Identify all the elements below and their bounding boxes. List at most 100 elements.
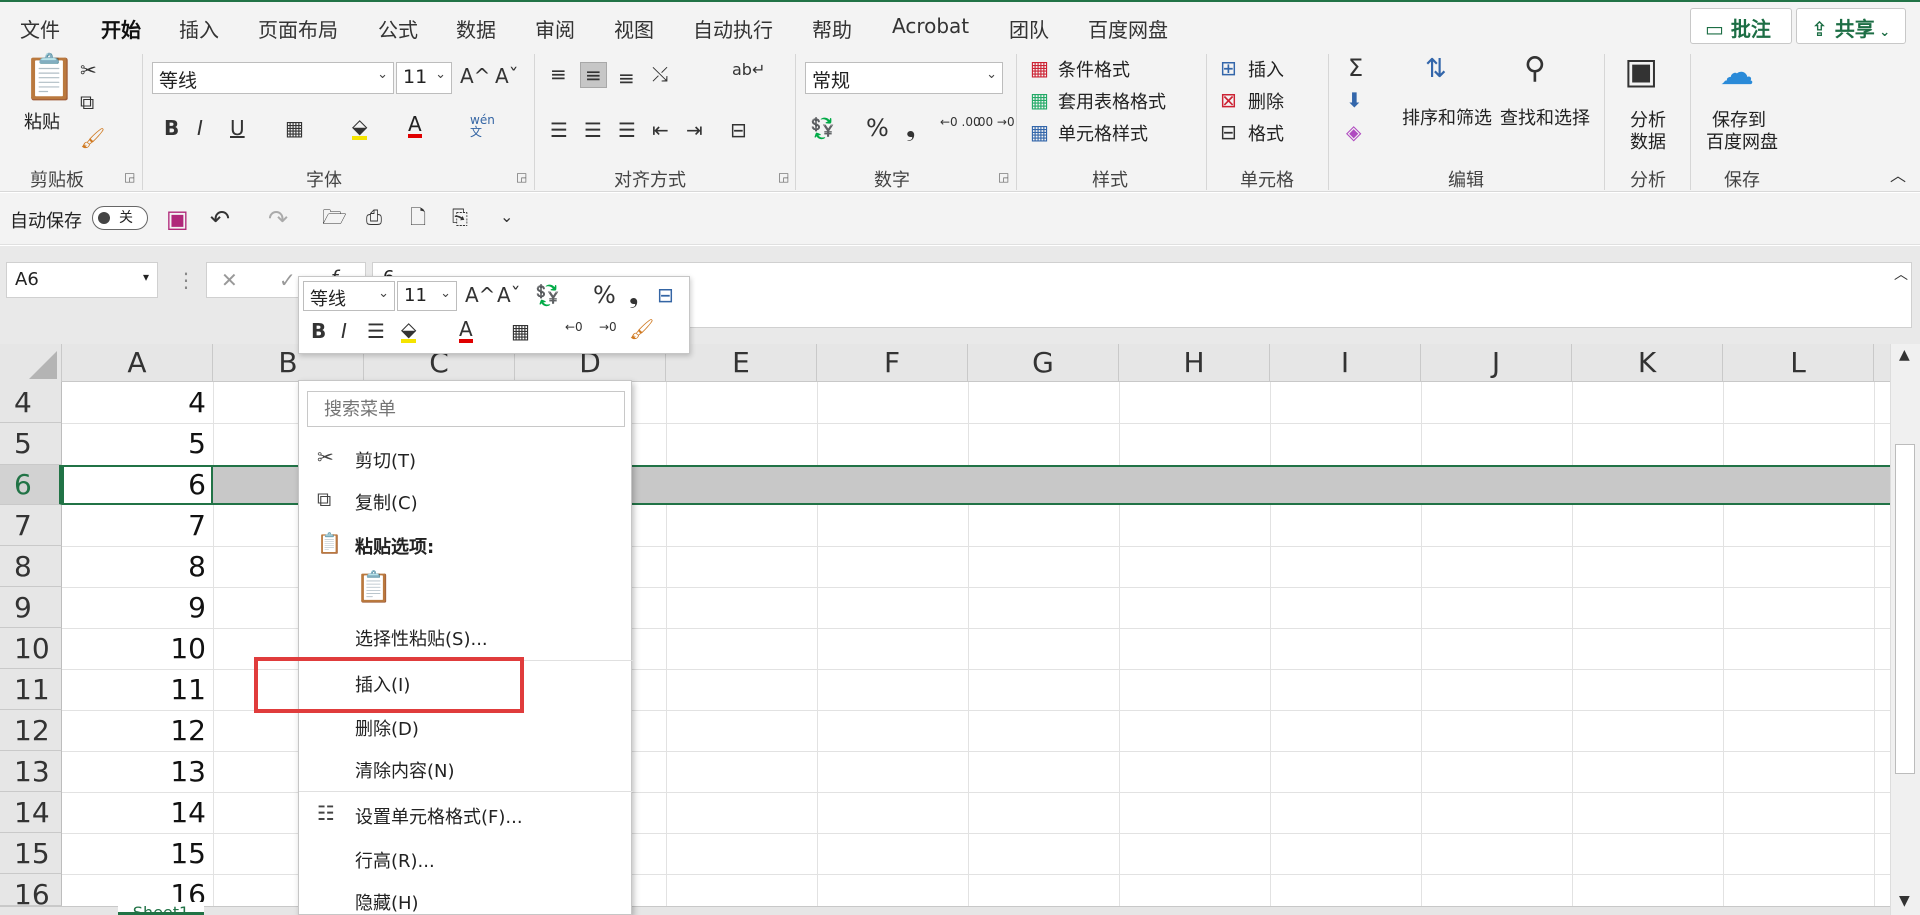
- cell-a13[interactable]: 13: [62, 751, 212, 792]
- row-header-15[interactable]: 15: [0, 833, 62, 874]
- wrap-text-icon[interactable]: ab↵: [732, 62, 765, 78]
- analyze-data-label2[interactable]: 数据: [1630, 128, 1666, 154]
- cell-a9[interactable]: 9: [62, 587, 212, 628]
- comma-style-icon[interactable]: ❟: [629, 283, 638, 307]
- decrease-decimal-button[interactable]: .00 →0: [974, 116, 1015, 128]
- cell-a12[interactable]: 12: [62, 710, 212, 751]
- dialog-launcher-icon[interactable]: ◲: [998, 170, 1009, 184]
- increase-font-icon[interactable]: A^: [465, 285, 495, 305]
- percent-button[interactable]: %: [866, 116, 889, 140]
- tab-help[interactable]: 帮助: [812, 14, 852, 43]
- tab-acrobat[interactable]: Acrobat: [892, 14, 969, 38]
- scroll-down-icon[interactable]: ▼: [1899, 894, 1910, 908]
- decrease-indent-icon[interactable]: ⇤: [652, 120, 669, 140]
- column-header-i[interactable]: I: [1270, 344, 1421, 382]
- tab-page-layout[interactable]: 页面布局: [258, 14, 338, 43]
- mini-format-painter-icon[interactable]: 🖌: [629, 319, 654, 339]
- menu-item-cut[interactable]: 剪切(T): [355, 447, 416, 473]
- mini-decrease-decimal-icon[interactable]: →0: [599, 321, 617, 333]
- print-icon[interactable]: ⎘: [452, 207, 468, 227]
- merge-center-icon[interactable]: ⊟: [657, 285, 674, 305]
- print-preview-icon[interactable]: ⎙: [366, 207, 382, 227]
- share-button[interactable]: ⇪ 共享 ⌄: [1796, 8, 1906, 44]
- column-header-j[interactable]: J: [1421, 344, 1572, 382]
- sort-filter-button[interactable]: 排序和筛选: [1402, 104, 1492, 130]
- mini-fill-color-icon[interactable]: ⬙: [401, 319, 417, 343]
- align-left-icon[interactable]: ☰: [550, 120, 568, 140]
- mini-border-icon[interactable]: ▦: [511, 321, 530, 341]
- row-header-12[interactable]: 12: [0, 710, 62, 751]
- column-header-k[interactable]: K: [1572, 344, 1723, 382]
- find-select-button[interactable]: 查找和选择: [1500, 104, 1590, 130]
- row-header-8[interactable]: 8: [0, 546, 62, 587]
- name-box[interactable]: A6 ▾: [6, 262, 158, 298]
- column-header-l[interactable]: L: [1723, 344, 1874, 382]
- menu-item-copy[interactable]: 复制(C): [355, 489, 418, 515]
- align-center-icon[interactable]: ☰: [584, 120, 602, 140]
- row-header-13[interactable]: 13: [0, 751, 62, 792]
- bold-button[interactable]: B: [164, 118, 179, 138]
- customize-qat-icon[interactable]: ⌄: [500, 209, 513, 225]
- cell-a5[interactable]: 5: [62, 423, 212, 465]
- align-right-icon[interactable]: ☰: [618, 120, 636, 140]
- autosum-icon[interactable]: Σ: [1348, 56, 1363, 80]
- row-header-6[interactable]: 6: [0, 465, 62, 505]
- increase-indent-icon[interactable]: ⇥: [686, 120, 703, 140]
- cell-a8[interactable]: 8: [62, 546, 212, 587]
- menu-item-clear-contents[interactable]: 清除内容(N): [355, 757, 455, 783]
- save-to-label2[interactable]: 百度网盘: [1706, 128, 1778, 154]
- underline-button[interactable]: U: [230, 118, 245, 138]
- enter-icon[interactable]: ✓: [279, 270, 296, 290]
- clear-icon[interactable]: ◈: [1346, 122, 1361, 142]
- mini-bold-button[interactable]: B: [311, 321, 326, 341]
- delete-cells-button[interactable]: 删除: [1248, 88, 1284, 114]
- scroll-thumb[interactable]: [1895, 444, 1915, 774]
- insert-cells-button[interactable]: 插入: [1248, 56, 1284, 82]
- mini-size-select[interactable]: 11 ⌄: [397, 281, 457, 311]
- dialog-launcher-icon[interactable]: ◲: [516, 170, 527, 184]
- mini-font-select[interactable]: 等线 ⌄: [303, 281, 395, 311]
- paste-values-icon[interactable]: 📋: [355, 573, 392, 603]
- menu-item-hide[interactable]: 隐藏(H): [355, 889, 419, 915]
- redo-icon[interactable]: ↷: [268, 207, 288, 231]
- menu-search-input[interactable]: [307, 391, 625, 427]
- cut-icon[interactable]: ✂: [80, 60, 97, 80]
- menu-item-delete[interactable]: 删除(D): [355, 715, 419, 741]
- mini-increase-decimal-icon[interactable]: ←0: [565, 321, 583, 333]
- tab-view[interactable]: 视图: [614, 14, 654, 43]
- tab-data[interactable]: 数据: [456, 14, 496, 43]
- comma-style-button[interactable]: ❟: [906, 116, 915, 140]
- orientation-icon[interactable]: ⤯: [652, 64, 668, 84]
- tab-automate[interactable]: 自动执行: [693, 14, 773, 43]
- cell-a11[interactable]: 11: [62, 669, 212, 710]
- increase-decimal-button[interactable]: ←0 .00: [940, 116, 981, 128]
- scroll-up-icon[interactable]: ▲: [1899, 348, 1910, 362]
- column-header-a[interactable]: A: [62, 344, 213, 382]
- column-header-g[interactable]: G: [968, 344, 1119, 382]
- mini-italic-button[interactable]: I: [341, 321, 347, 341]
- row-header-7[interactable]: 7: [0, 505, 62, 546]
- increase-font-icon[interactable]: A^: [460, 66, 490, 86]
- tab-formulas[interactable]: 公式: [378, 14, 418, 43]
- cell-a10[interactable]: 10: [62, 628, 212, 669]
- cell-styles-button[interactable]: 单元格样式: [1058, 120, 1148, 146]
- cell-a7[interactable]: 7: [62, 505, 212, 546]
- autosave-toggle[interactable]: 关: [92, 206, 148, 230]
- menu-item-paste-special[interactable]: 选择性粘贴(S)...: [355, 625, 488, 651]
- paste-button[interactable]: 粘贴: [24, 108, 60, 134]
- font-name-select[interactable]: 等线 ⌄: [152, 62, 394, 94]
- phonetic-icon[interactable]: wén 文: [470, 114, 495, 138]
- format-as-table-button[interactable]: 套用表格格式: [1058, 88, 1166, 114]
- column-header-h[interactable]: H: [1119, 344, 1270, 382]
- comments-button[interactable]: ▭ 批注: [1690, 8, 1792, 44]
- mini-font-color-icon[interactable]: A: [459, 319, 473, 343]
- vertical-scrollbar[interactable]: ▲ ▼: [1890, 344, 1920, 915]
- row-header-9[interactable]: 9: [0, 587, 62, 628]
- dialog-launcher-icon[interactable]: ◲: [124, 170, 135, 184]
- undo-icon[interactable]: ↶: [210, 207, 230, 231]
- row-header-14[interactable]: 14: [0, 792, 62, 833]
- cell-a15[interactable]: 15: [62, 833, 212, 874]
- tab-home[interactable]: 开始: [101, 14, 141, 51]
- menu-item-format-cells[interactable]: 设置单元格格式(F)...: [355, 803, 523, 829]
- row-header-4[interactable]: 4: [0, 382, 62, 423]
